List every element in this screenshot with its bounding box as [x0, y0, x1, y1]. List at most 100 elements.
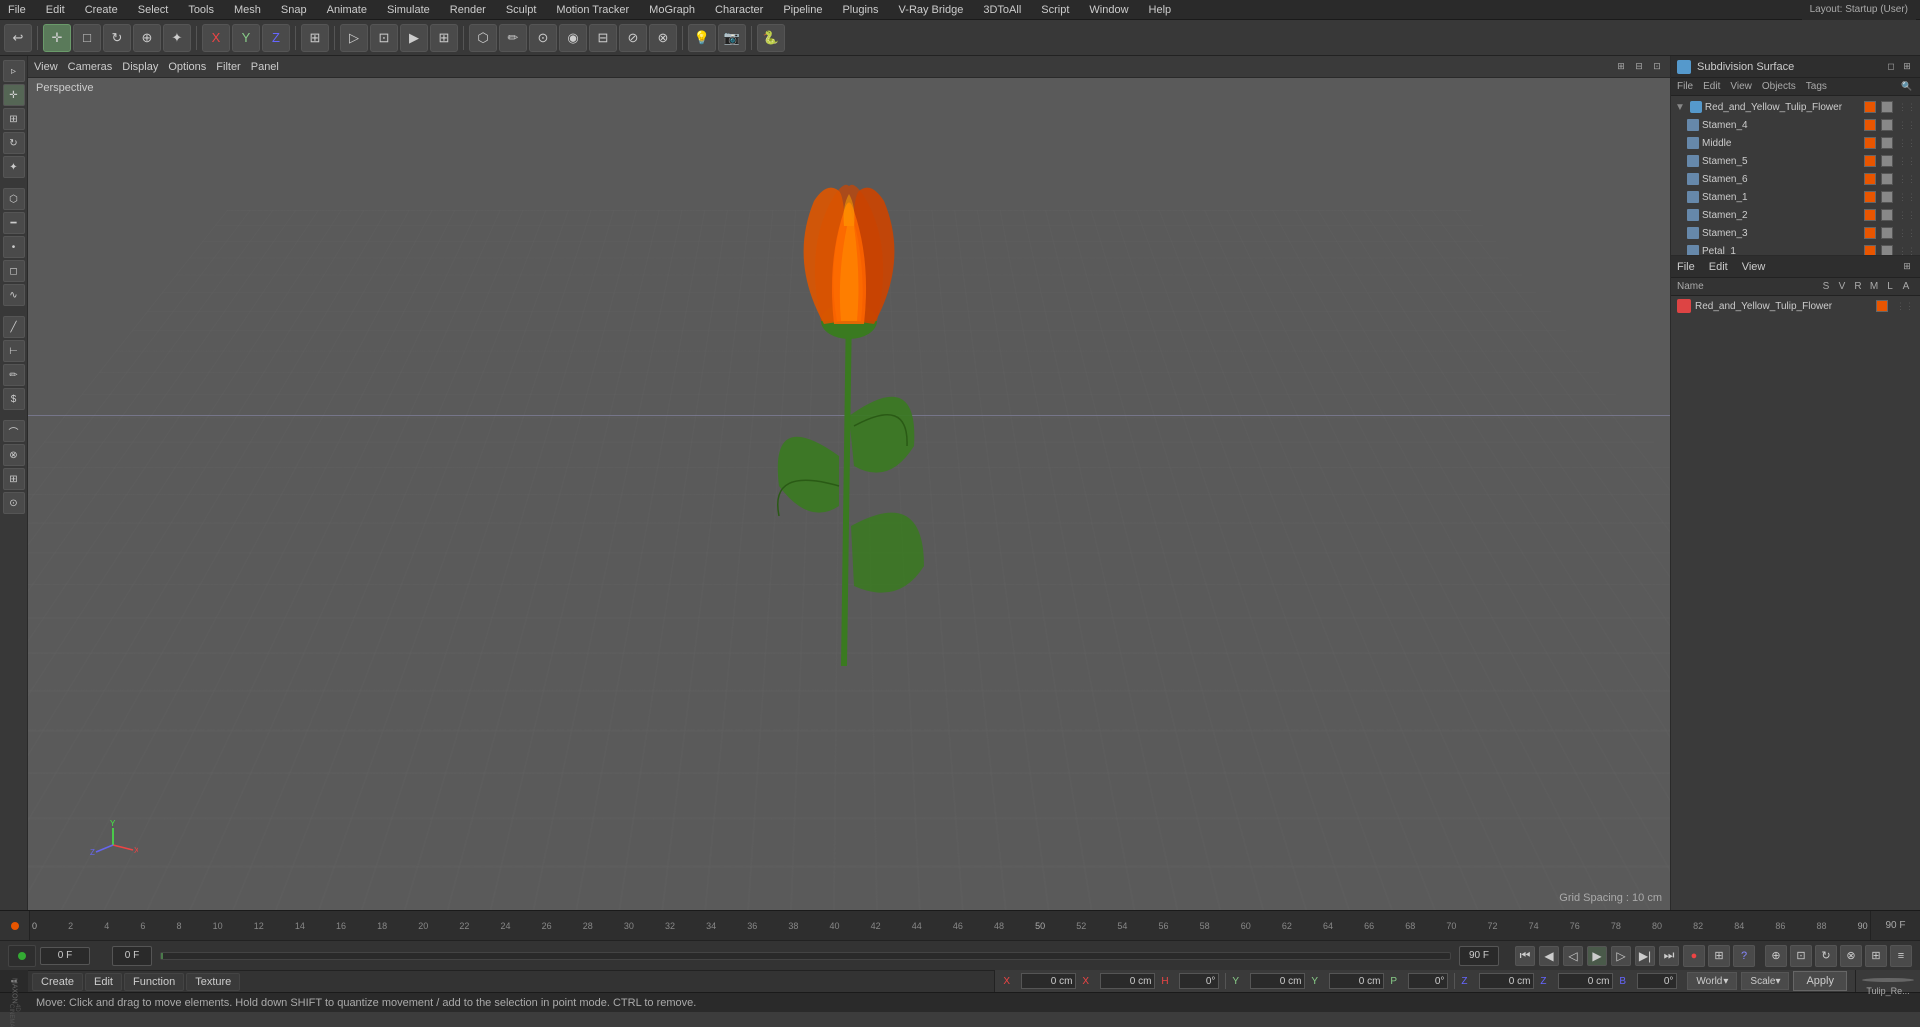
menu-motion-tracker[interactable]: Motion Tracker	[552, 4, 633, 16]
obj-vis-s3[interactable]	[1881, 227, 1893, 239]
question-button[interactable]: ?	[1733, 945, 1755, 967]
obj-stamen1[interactable]: Stamen_1 ⋮⋮	[1671, 188, 1920, 206]
obj-vis-s4[interactable]	[1881, 119, 1893, 131]
prev-frame-button[interactable]: ◀	[1539, 946, 1559, 966]
tab-function[interactable]: Function	[124, 973, 184, 991]
obj-mgr-icon2[interactable]: ⊞	[1900, 60, 1914, 74]
transform-button[interactable]: ✦	[163, 24, 191, 52]
material-row[interactable]: Red_and_Yellow_Tulip_Flower ⋮⋮	[1671, 296, 1920, 316]
menu-help[interactable]: Help	[1145, 4, 1176, 16]
rotate-button[interactable]: ↻	[103, 24, 131, 52]
mirror-button[interactable]: ⊟	[589, 24, 617, 52]
menu-create[interactable]: Create	[81, 4, 122, 16]
menu-sculpt[interactable]: Sculpt	[502, 4, 541, 16]
sculpt-tool[interactable]: ⊙	[3, 492, 25, 514]
obj-search[interactable]: 🔍	[1900, 80, 1914, 94]
undo-button[interactable]: ↩	[4, 24, 32, 52]
menu-mograph[interactable]: MoGraph	[645, 4, 699, 16]
extrude-button[interactable]: ⊗	[649, 24, 677, 52]
menu-snap[interactable]: Snap	[277, 4, 311, 16]
timeline-button[interactable]: ⊡	[1790, 945, 1812, 967]
menu-mesh[interactable]: Mesh	[230, 4, 265, 16]
grid-button[interactable]: ⊞	[1865, 945, 1887, 967]
move-tool[interactable]: ✛	[3, 84, 25, 106]
dollar-tool[interactable]: $	[3, 388, 25, 410]
menu-edit[interactable]: Edit	[42, 4, 69, 16]
knife-button[interactable]: ⊘	[619, 24, 647, 52]
timeline-scrubber[interactable]	[160, 952, 1451, 960]
key-button[interactable]: ⊕	[1765, 945, 1787, 967]
camera-button[interactable]: 📷	[718, 24, 746, 52]
world-dropdown[interactable]: World ▾	[1687, 972, 1737, 990]
obj-menu-file[interactable]: File	[1677, 81, 1693, 92]
end-frame-display[interactable]: 90 F	[1459, 946, 1499, 966]
obj-root-item[interactable]: ▼ Red_and_Yellow_Tulip_Flower ⋮⋮	[1671, 98, 1920, 116]
p-input[interactable]	[1408, 973, 1448, 989]
tab-create[interactable]: Create	[32, 973, 83, 991]
obj-vis-1[interactable]	[1881, 101, 1893, 113]
tree-expand[interactable]: ▼	[1675, 102, 1685, 113]
tab-edit[interactable]: Edit	[85, 973, 122, 991]
spline-tool[interactable]: ∿	[3, 284, 25, 306]
object-button[interactable]: □	[73, 24, 101, 52]
paint-button[interactable]: ⊙	[529, 24, 557, 52]
next-frame-button[interactable]: ▶|	[1635, 946, 1655, 966]
timeline-track[interactable]: 0 2 4 6 8 10 12 14 16 18 20 22 24 26 28 …	[30, 911, 1870, 940]
frame-input-2[interactable]: 0 F	[112, 946, 152, 966]
obj-menu-tags[interactable]: Tags	[1806, 81, 1827, 92]
transform-tool[interactable]: ✦	[3, 156, 25, 178]
viewport[interactable]: View Cameras Display Options Filter Pane…	[28, 56, 1670, 910]
menu-file[interactable]: File	[4, 4, 30, 16]
python-button[interactable]: 🐍	[757, 24, 785, 52]
start-frame-input[interactable]	[40, 947, 90, 965]
menu-simulate[interactable]: Simulate	[383, 4, 434, 16]
y-pos-input[interactable]	[1250, 973, 1305, 989]
scale-tool[interactable]: ⊞	[3, 108, 25, 130]
menu-script[interactable]: Script	[1037, 4, 1073, 16]
obj-menu-objects[interactable]: Objects	[1762, 81, 1796, 92]
render-all-button[interactable]: ⊞	[430, 24, 458, 52]
z-pos-input[interactable]	[1479, 973, 1534, 989]
viewport-icon-2[interactable]: ⊟	[1632, 60, 1646, 74]
menu-select[interactable]: Select	[134, 4, 173, 16]
menu-pipeline[interactable]: Pipeline	[779, 4, 826, 16]
viewport-menu-cameras[interactable]: Cameras	[68, 61, 113, 73]
obj-petal1[interactable]: Petal_1 ⋮⋮	[1671, 242, 1920, 255]
play-back-button[interactable]: ◁	[1563, 946, 1583, 966]
obj-middle[interactable]: Middle ⋮⋮	[1671, 134, 1920, 152]
z-axis-button[interactable]: Z	[262, 24, 290, 52]
scrubber-handle[interactable]	[161, 953, 163, 959]
menu-3dtoall[interactable]: 3DToAll	[979, 4, 1025, 16]
render-region-button[interactable]: ⊡	[370, 24, 398, 52]
b-input[interactable]	[1637, 973, 1677, 989]
texture-tool[interactable]: ⊞	[3, 468, 25, 490]
polygon-mode[interactable]: ⬡	[3, 188, 25, 210]
viewport-menu-view[interactable]: View	[34, 61, 58, 73]
menu-tools[interactable]: Tools	[184, 4, 218, 16]
obj-stamen5[interactable]: Stamen_5 ⋮⋮	[1671, 152, 1920, 170]
smooth-button[interactable]: ◉	[559, 24, 587, 52]
object-mode[interactable]: ◻	[3, 260, 25, 282]
edge-mode[interactable]: ━	[3, 212, 25, 234]
magnet-tool[interactable]: ⊗	[3, 444, 25, 466]
x-size-input[interactable]	[1100, 973, 1155, 989]
obj-vis-s2[interactable]	[1881, 209, 1893, 221]
obj-vis-p1[interactable]	[1881, 245, 1893, 255]
obj-mgr-icon1[interactable]: ◻	[1884, 60, 1898, 74]
viewport-menu-options[interactable]: Options	[168, 61, 206, 73]
obj-stamen2[interactable]: Stamen_2 ⋮⋮	[1671, 206, 1920, 224]
menu-vray[interactable]: V-Ray Bridge	[895, 4, 968, 16]
select-tool[interactable]: ▹	[3, 60, 25, 82]
y-axis-button[interactable]: Y	[232, 24, 260, 52]
viewport-icon-3[interactable]: ⊡	[1650, 60, 1664, 74]
play-forward2-button[interactable]: ▷	[1611, 946, 1631, 966]
z-size-input[interactable]	[1558, 973, 1613, 989]
scale-dropdown[interactable]: Scale ▾	[1741, 972, 1789, 990]
menu-window[interactable]: Window	[1085, 4, 1132, 16]
obj-stamen4[interactable]: Stamen_4 ⋮⋮	[1671, 116, 1920, 134]
render-button[interactable]: ▷	[340, 24, 368, 52]
record-button[interactable]: ●	[1683, 945, 1705, 967]
motion-button[interactable]: ⊗	[1840, 945, 1862, 967]
mat-manager-edit-label[interactable]: Edit	[1709, 261, 1728, 273]
paint-tool[interactable]: ✏	[3, 364, 25, 386]
